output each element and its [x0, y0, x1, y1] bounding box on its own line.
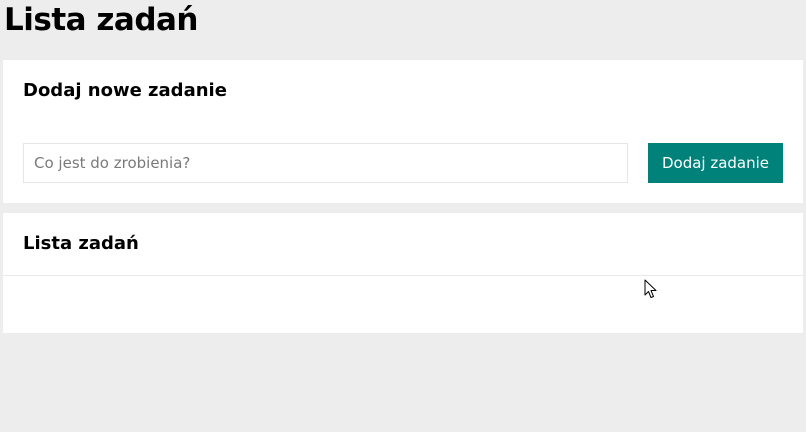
- add-task-card: Dodaj nowe zadanie Dodaj zadanie: [3, 60, 803, 203]
- page: Lista zadań Dodaj nowe zadanie Dodaj zad…: [0, 0, 806, 432]
- task-list-heading: Lista zadań: [23, 233, 139, 254]
- task-list: [3, 276, 803, 333]
- task-list-card: Lista zadań: [3, 213, 803, 333]
- add-task-button[interactable]: Dodaj zadanie: [648, 143, 783, 183]
- page-title: Lista zadań: [4, 2, 199, 38]
- add-task-heading: Dodaj nowe zadanie: [23, 80, 227, 101]
- mouse-pointer-icon: [644, 279, 657, 298]
- task-input[interactable]: [23, 143, 628, 183]
